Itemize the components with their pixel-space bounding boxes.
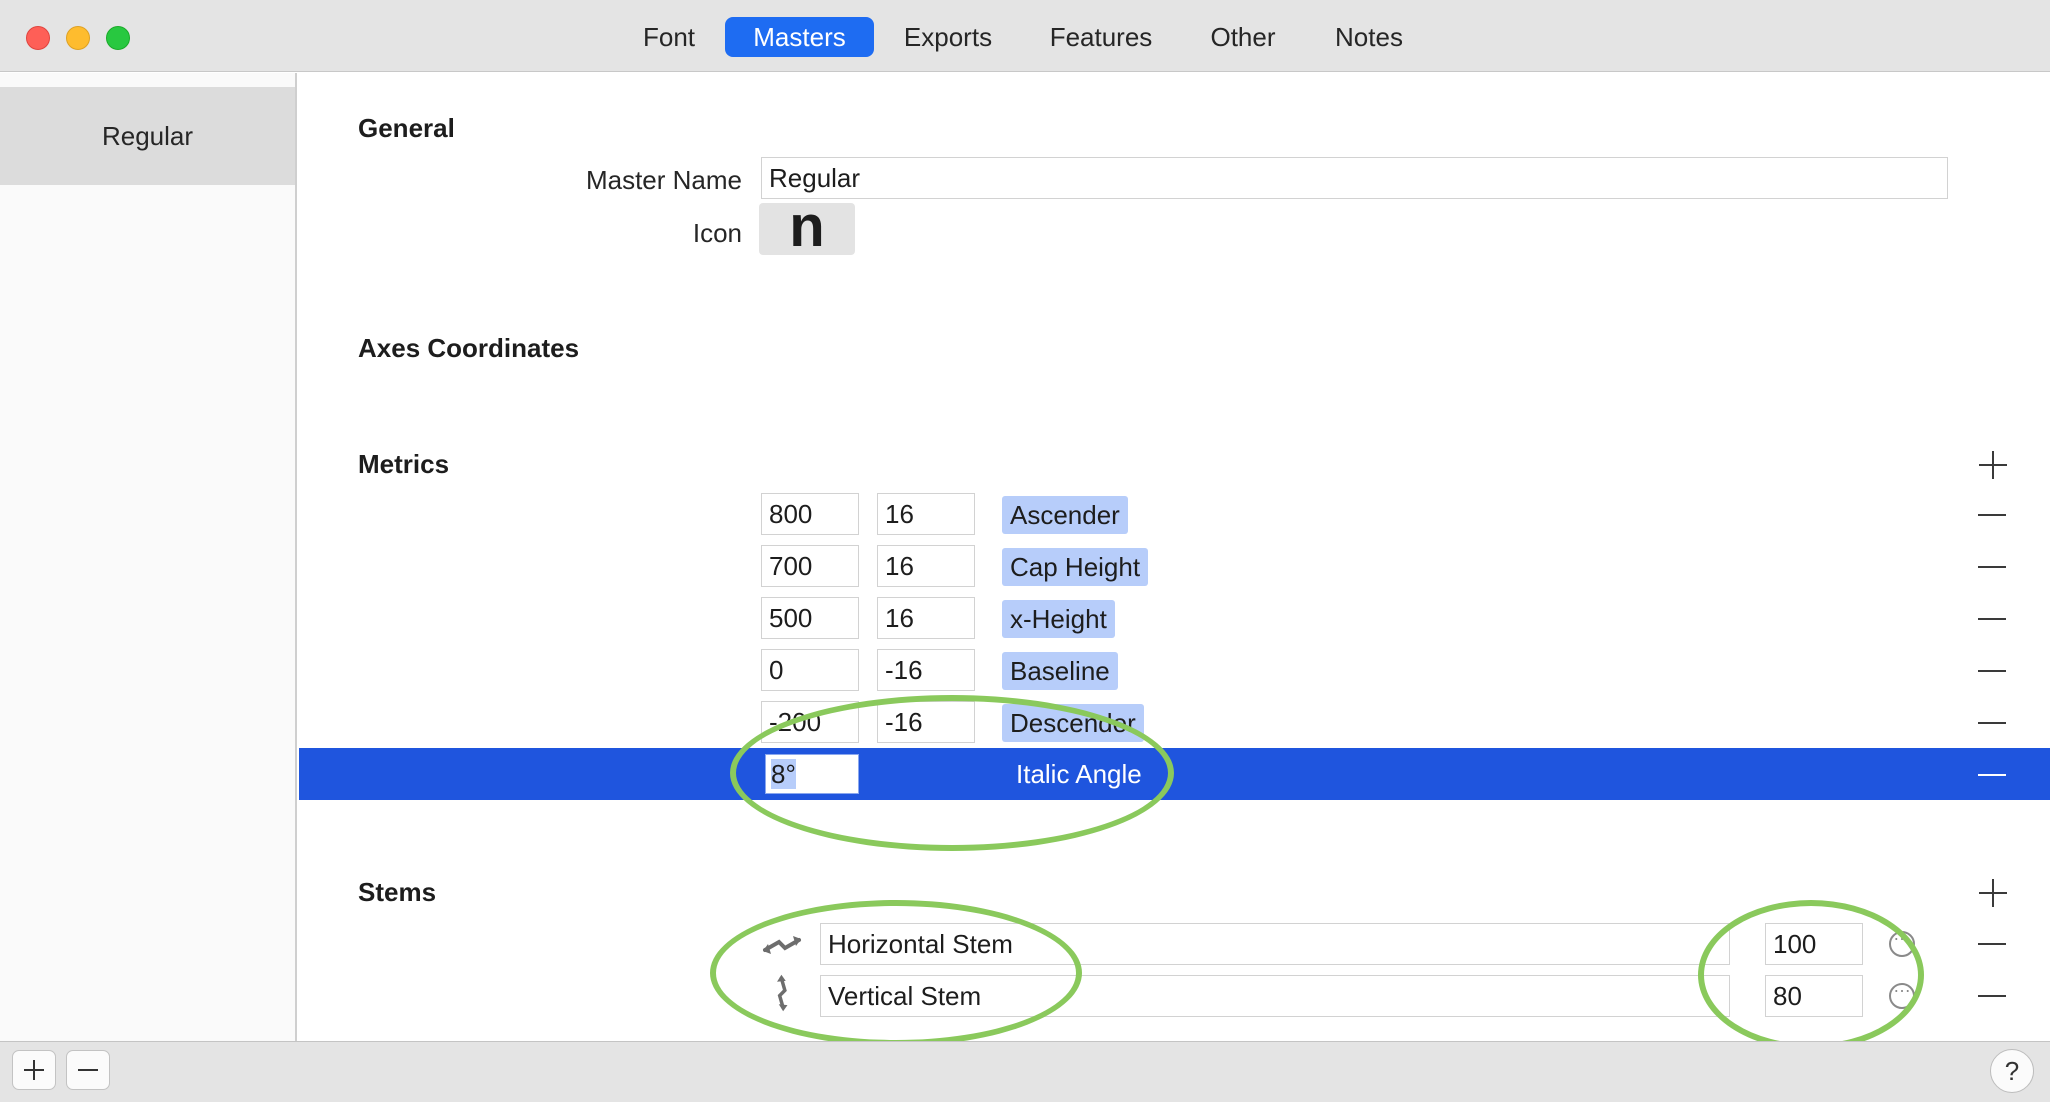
metric-overshoot-field[interactable]: 16 xyxy=(877,545,975,587)
remove-metric-button[interactable] xyxy=(1978,722,2006,724)
metric-position-field[interactable]: -200 xyxy=(761,701,859,743)
sidebar-item-label: Regular xyxy=(101,121,194,151)
close-window-button[interactable] xyxy=(26,26,50,50)
tab-features[interactable]: Features xyxy=(1041,17,1161,57)
metric-position-field[interactable]: 0 xyxy=(761,649,859,691)
stem-options-icon[interactable] xyxy=(1889,924,1915,957)
metric-name-tag[interactable]: x-Height xyxy=(1002,600,1115,638)
minimize-window-button[interactable] xyxy=(66,26,90,50)
horizontal-stem-icon[interactable] xyxy=(759,926,805,966)
minus-icon xyxy=(78,1069,98,1071)
remove-metric-button[interactable] xyxy=(1978,618,2006,620)
section-title-general: General xyxy=(358,113,455,143)
plus-icon-stem xyxy=(33,1060,35,1080)
masters-sidebar: Regular xyxy=(0,73,297,1041)
master-icon-well[interactable]: n xyxy=(759,198,855,256)
zoom-window-button[interactable] xyxy=(106,26,130,50)
section-title-stems: Stems xyxy=(358,877,437,907)
master-name-label: Master Name xyxy=(585,165,742,195)
italic-angle-label: Italic Angle xyxy=(1016,759,1142,789)
stem-value-field[interactable]: 100 xyxy=(1765,923,1863,965)
sidebar-item-regular[interactable]: Regular xyxy=(0,87,295,185)
add-metric-button[interactable] xyxy=(1979,451,2007,479)
tab-notes[interactable]: Notes xyxy=(1322,17,1416,57)
bottom-toolbar: ? xyxy=(0,1041,2050,1102)
add-stem-button[interactable] xyxy=(1979,879,2007,907)
tab-font[interactable]: Font xyxy=(626,17,712,57)
metric-overshoot-field[interactable]: 16 xyxy=(877,493,975,535)
highlight-ellipse xyxy=(710,900,1082,1041)
italic-angle-field[interactable]: 8° xyxy=(765,754,859,794)
remove-metric-button[interactable] xyxy=(1978,514,2006,516)
remove-metric-button[interactable] xyxy=(1978,670,2006,672)
add-master-button[interactable] xyxy=(12,1050,56,1090)
remove-master-button[interactable] xyxy=(66,1050,110,1090)
master-name-field[interactable]: Regular xyxy=(761,157,1948,199)
stem-name-field[interactable]: Horizontal Stem xyxy=(820,923,1730,965)
tab-masters[interactable]: Masters xyxy=(725,17,874,57)
tab-other[interactable]: Other xyxy=(1198,17,1288,57)
font-info-window: Font Masters Exports Features Other Note… xyxy=(0,0,2050,1102)
metric-overshoot-field[interactable]: -16 xyxy=(877,701,975,743)
vertical-stem-icon[interactable] xyxy=(761,973,807,1013)
remove-stem-button[interactable] xyxy=(1978,943,2006,945)
icon-label: Icon xyxy=(692,218,742,248)
remove-metric-button[interactable] xyxy=(1978,774,2006,776)
highlight-ellipse xyxy=(1698,900,1924,1041)
metric-name-tag[interactable]: Descender xyxy=(1002,704,1144,742)
metric-position-field[interactable]: 800 xyxy=(761,493,859,535)
metric-name-tag[interactable]: Baseline xyxy=(1002,652,1118,690)
help-button[interactable]: ? xyxy=(1990,1049,2034,1093)
metric-position-field[interactable]: 500 xyxy=(761,597,859,639)
metric-name-tag[interactable]: Ascender xyxy=(1002,496,1128,534)
stem-options-icon[interactable] xyxy=(1889,976,1915,1009)
metric-overshoot-field[interactable]: 16 xyxy=(877,597,975,639)
metric-overshoot-field[interactable]: -16 xyxy=(877,649,975,691)
tab-exports[interactable]: Exports xyxy=(890,17,1006,57)
metric-name-tag[interactable]: Cap Height xyxy=(1002,548,1149,586)
italic-angle-value: 8° xyxy=(771,759,796,789)
master-settings-panel: General Master Name Regular Icon n Axes … xyxy=(299,73,2050,1041)
remove-metric-button[interactable] xyxy=(1978,566,2006,568)
section-title-axes: Axes Coordinates xyxy=(358,333,580,363)
section-title-metrics: Metrics xyxy=(358,449,450,479)
remove-stem-button[interactable] xyxy=(1978,995,2006,997)
metric-position-field[interactable]: 700 xyxy=(761,545,859,587)
stem-name-field[interactable]: Vertical Stem xyxy=(820,975,1730,1017)
metric-row-italic-angle[interactable] xyxy=(299,748,2050,800)
stem-value-field[interactable]: 80 xyxy=(1765,975,1863,1017)
title-bar: Font Masters Exports Features Other Note… xyxy=(0,0,2050,72)
